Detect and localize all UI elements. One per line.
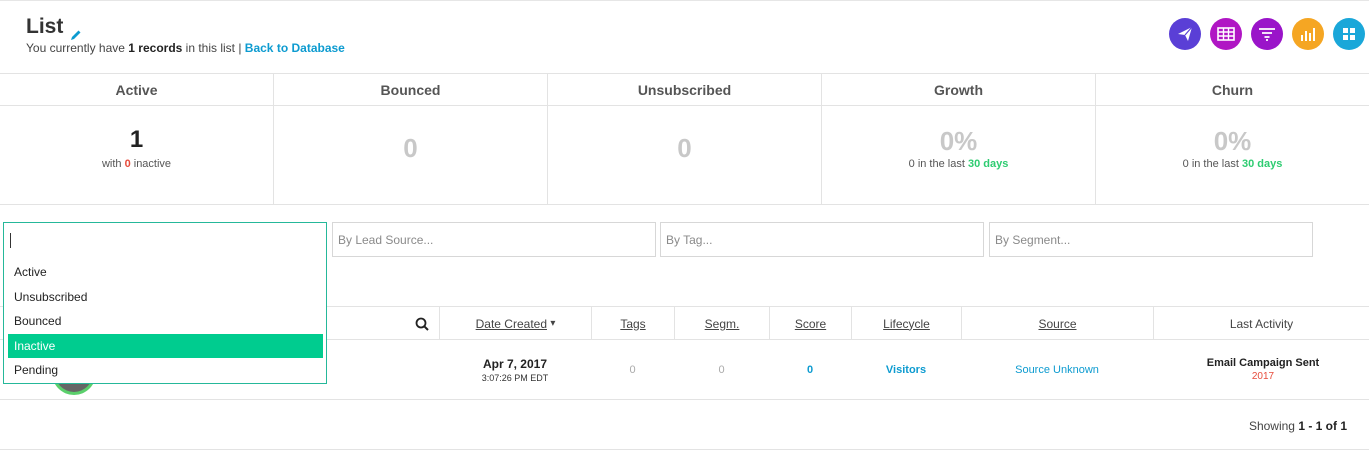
grid-icon[interactable] <box>1333 18 1365 50</box>
column-label: Last Activity <box>1229 316 1294 331</box>
stat-sub-prefix: with <box>101 158 125 170</box>
cell-last-activity: Email Campaign Sent 2017 <box>1153 340 1369 399</box>
cell-lifecycle[interactable]: Visitors <box>851 340 961 399</box>
status-options: Active Unsubscribed Bounced Inactive Pen… <box>8 260 323 383</box>
stat-value: 0 <box>403 133 418 163</box>
column-last-activity: Last Activity <box>1153 307 1369 340</box>
stat-subtext: 0 in the last 30 days <box>1096 158 1369 170</box>
sort-down-icon: ▾ <box>550 318 556 329</box>
text-cursor <box>10 233 11 248</box>
cell-tags: 0 <box>629 363 636 376</box>
status-option-unsubscribed[interactable]: Unsubscribed <box>8 285 323 310</box>
stat-label: Bounced <box>274 74 547 106</box>
record-count: 1 records <box>128 41 183 55</box>
period-highlight: 30 days <box>1241 158 1283 170</box>
status-option-pending[interactable]: Pending <box>8 358 323 383</box>
funnel-icon[interactable] <box>1251 18 1283 50</box>
last-activity-year: 2017 <box>1251 371 1275 382</box>
column-segments[interactable]: Segm. <box>674 307 769 340</box>
stat-value: 0% <box>939 126 978 156</box>
stat-subtext: with 0 inactive <box>0 158 273 170</box>
column-score[interactable]: Score <box>769 307 851 340</box>
pagination-summary: Showing 1 - 1 of 1 <box>1249 419 1347 433</box>
stat-growth: Growth 0% 0 in the last 30 days <box>822 74 1096 204</box>
status-option-inactive[interactable]: Inactive <box>8 333 323 358</box>
status-filter-dropdown[interactable]: Active Unsubscribed Bounced Inactive Pen… <box>3 222 327 384</box>
column-label: Tags <box>620 316 646 331</box>
back-to-database-link[interactable]: Back to Database <box>245 41 345 55</box>
lead-source-filter[interactable]: By Lead Source... <box>332 222 656 257</box>
stat-churn: Churn 0% 0 in the last 30 days <box>1096 74 1369 204</box>
stat-value: 0 <box>677 133 692 163</box>
page-header: List You currently have 1 records in thi… <box>0 1 1369 73</box>
column-label: Source <box>1038 316 1077 331</box>
cell-date-created: Apr 7, 2017 3:07:26 PM EDT <box>439 340 591 399</box>
stat-active: Active 1 with 0 inactive <box>0 74 274 204</box>
column-label: Segm. <box>704 316 740 331</box>
subtitle-prefix: You currently have <box>26 41 129 55</box>
tag-placeholder: By Tag... <box>666 232 713 247</box>
page-subtitle: You currently have 1 records in this lis… <box>26 41 345 55</box>
period-highlight: 30 days <box>967 158 1009 170</box>
send-icon[interactable] <box>1169 18 1201 50</box>
column-source[interactable]: Source <box>961 307 1153 340</box>
status-option-bounced[interactable]: Bounced <box>8 309 323 334</box>
header-actions <box>1169 18 1365 50</box>
stat-subtext: 0 in the last 30 days <box>822 158 1095 170</box>
search-icon[interactable] <box>405 307 439 340</box>
stat-label: Active <box>0 74 273 106</box>
divider <box>0 449 1369 450</box>
segment-filter[interactable]: By Segment... <box>989 222 1313 257</box>
stat-value: 0% <box>1213 126 1252 156</box>
stat-bounced: Bounced 0 <box>274 74 548 204</box>
stat-label: Unsubscribed <box>548 74 821 106</box>
stat-sub-prefix: 0 in the last <box>1182 158 1242 170</box>
stat-value: 1 <box>129 126 144 153</box>
page-title-text: List <box>26 15 64 38</box>
column-label: Lifecycle <box>883 316 930 331</box>
list-page: List You currently have 1 records in thi… <box>0 0 1369 453</box>
column-label: Date Created <box>475 316 547 331</box>
column-tags[interactable]: Tags <box>591 307 674 340</box>
stat-sub-suffix: inactive <box>130 158 172 170</box>
showing-prefix: Showing <box>1248 419 1299 433</box>
stats-bar: Active 1 with 0 inactive Bounced 0 Unsub… <box>0 73 1369 205</box>
cell-score[interactable]: 0 <box>769 340 851 399</box>
table-icon[interactable] <box>1210 18 1242 50</box>
bar-chart-icon[interactable] <box>1292 18 1324 50</box>
showing-range: 1 - 1 of 1 <box>1298 419 1347 433</box>
status-filter-input[interactable] <box>4 223 326 257</box>
stat-label: Growth <box>822 74 1095 106</box>
edit-pencil-icon[interactable] <box>70 23 82 40</box>
column-label: Score <box>794 316 827 331</box>
page-title: List <box>26 15 82 40</box>
cell-source[interactable]: Source Unknown <box>961 340 1153 399</box>
segment-placeholder: By Segment... <box>995 232 1071 247</box>
stat-label: Churn <box>1096 74 1369 106</box>
date-text: Apr 7, 2017 <box>482 356 548 371</box>
stat-unsubscribed: Unsubscribed 0 <box>548 74 822 204</box>
lead-source-placeholder: By Lead Source... <box>338 232 434 247</box>
cell-segments: 0 <box>718 363 725 376</box>
last-activity-text: Email Campaign Sent <box>1206 357 1320 369</box>
column-date-created[interactable]: Date Created ▾ <box>439 307 591 340</box>
subtitle-suffix: in this list | <box>182 41 245 55</box>
tag-filter[interactable]: By Tag... <box>660 222 984 257</box>
column-lifecycle[interactable]: Lifecycle <box>851 307 961 340</box>
stat-sub-prefix: 0 in the last <box>908 158 968 170</box>
status-option-active[interactable]: Active <box>8 260 323 285</box>
time-text: 3:07:26 PM EDT <box>481 372 549 383</box>
